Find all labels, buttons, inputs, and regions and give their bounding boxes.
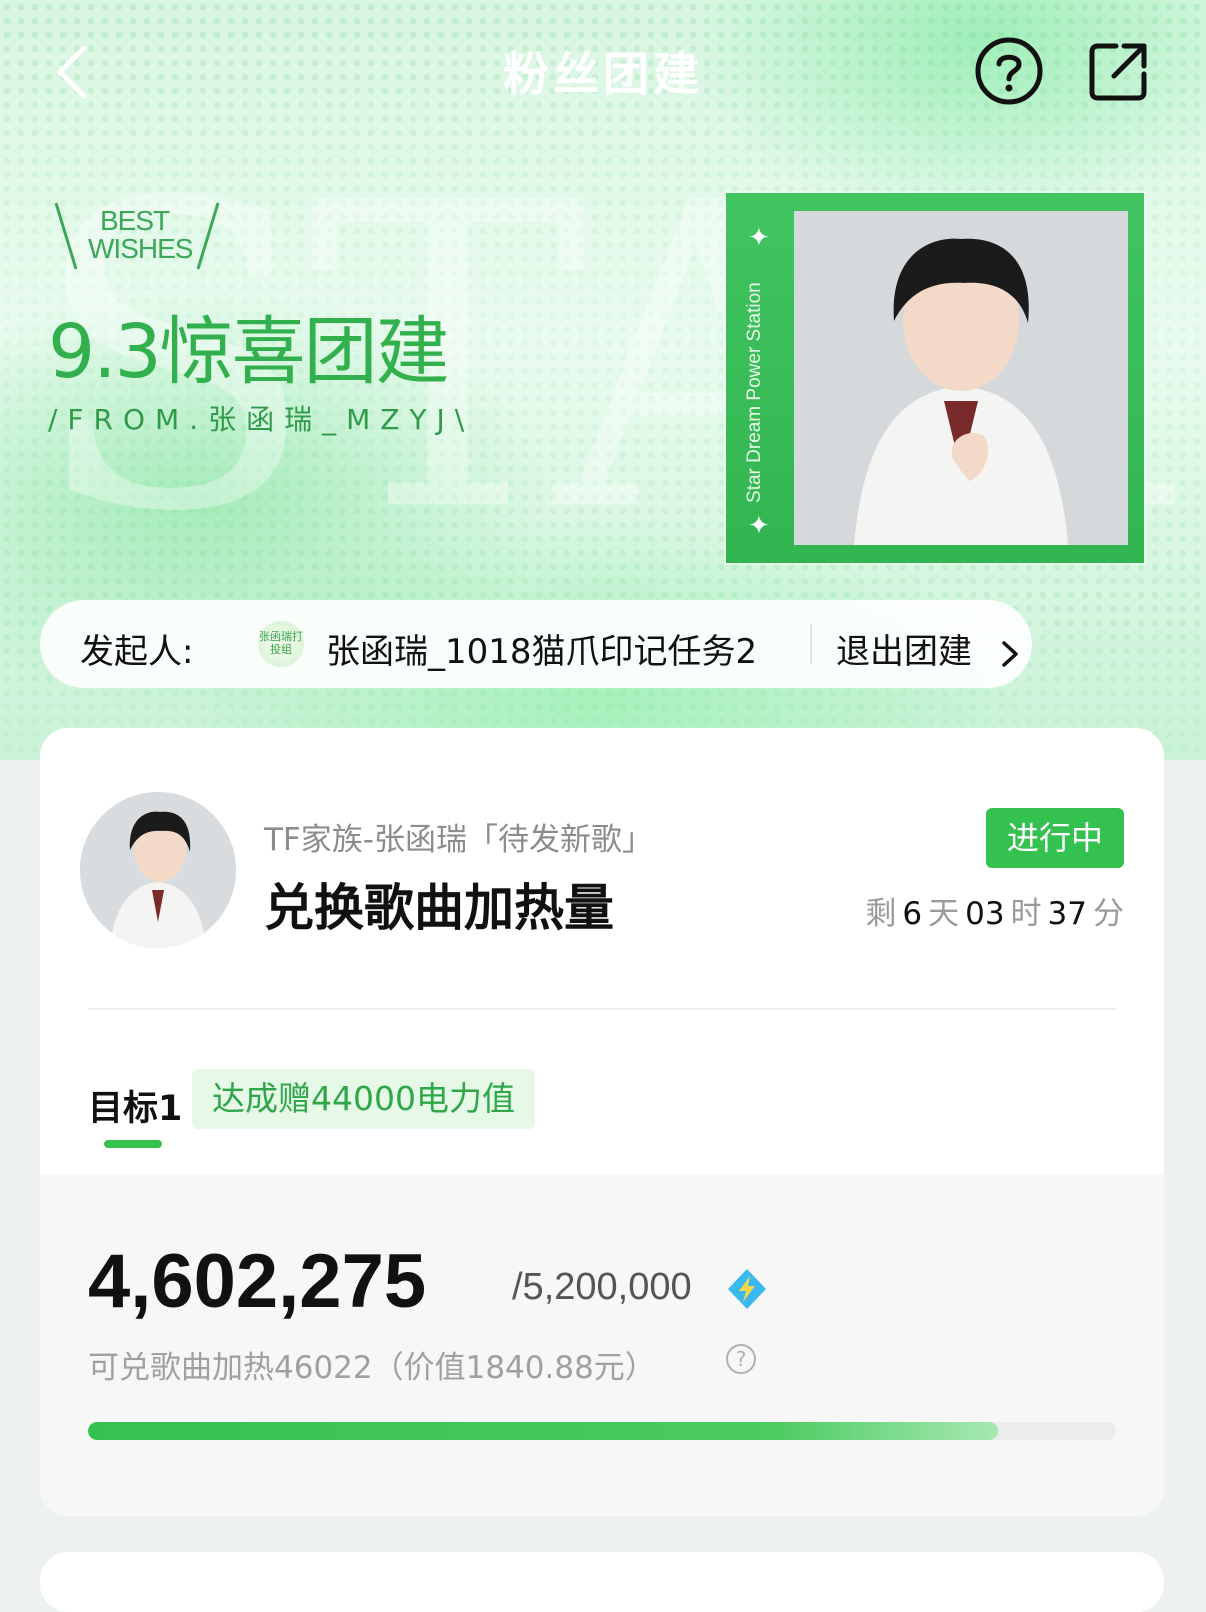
question-icon[interactable]: ? [726,1344,756,1374]
from-line: /FROM.张函瑞_MZYJ\ [48,403,475,436]
next-card [40,1552,1164,1612]
initiator-bar: 发起人: 张函瑞打投组 张函瑞_1018猫爪印记任务2 退出团建 [40,600,1032,688]
countdown-minutes: 37 [1047,896,1087,932]
chevron-right-icon [1002,640,1018,667]
hero-banner: STAR DREAM 粉丝团建 [0,0,1206,760]
help-button[interactable] [974,36,1044,106]
initiator-label: 发起人: [80,632,194,672]
progress-fill [88,1422,998,1440]
divider [88,1008,1116,1010]
exit-team-button[interactable]: 退出团建 [836,624,1023,673]
task-avatar [80,792,236,948]
event-title: 9.3惊喜团建 [48,309,450,395]
question-circle-icon [975,37,1043,105]
goal-reward-tag: 达成赠44000电力值 [192,1069,535,1129]
status-badge: 进行中 [986,808,1124,868]
countdown-hours: 03 [965,896,1005,932]
best-wishes-badge: BEST WISHES [50,195,230,275]
target-value: /5,200,000 [512,1266,692,1308]
share-external-icon [1089,43,1147,101]
sparkle-icon: ✦ [748,223,770,253]
task-card: TF家族-张函瑞「待发新歌」 兑换歌曲加热量 进行中 剩 6 天 03 时 37 分 目标1… [40,728,1164,1516]
lightning-bolt-icon [728,1269,766,1309]
divider [810,624,812,664]
initiator-avatar[interactable]: 张函瑞打投组 [258,621,304,667]
task-subtitle: TF家族-张函瑞「待发新歌」 [264,822,653,858]
countdown-timer: 剩 6 天 03 时 37 分 [865,896,1124,932]
photo-caption: Star Dream Power Station [744,282,765,503]
tab-underline [104,1140,162,1148]
task-title: 兑换歌曲加热量 [264,879,614,937]
sparkle-icon: ✦ [748,511,770,541]
best-wishes-text: BEST WISHES [88,205,193,264]
exit-team-label: 退出团建 [836,632,972,672]
progress-panel: 4,602,275 /5,200,000 可兑歌曲加热46022（价值1840.… [40,1174,1164,1516]
current-value: 4,602,275 [88,1239,427,1324]
idol-photo-frame: Star Dream Power Station ✦ ✦ [726,193,1144,563]
progress-bar [88,1422,1116,1440]
idol-photo [794,211,1128,545]
share-button[interactable] [1086,40,1150,104]
countdown-days: 6 [902,896,923,932]
exchange-info: 可兑歌曲加热46022（价值1840.88元） [88,1350,656,1386]
nav-bar: 粉丝团建 [0,0,1206,145]
tab-goal-1[interactable]: 目标1 [88,1080,182,1131]
initiator-name[interactable]: 张函瑞_1018猫爪印记任务2 [326,624,757,673]
